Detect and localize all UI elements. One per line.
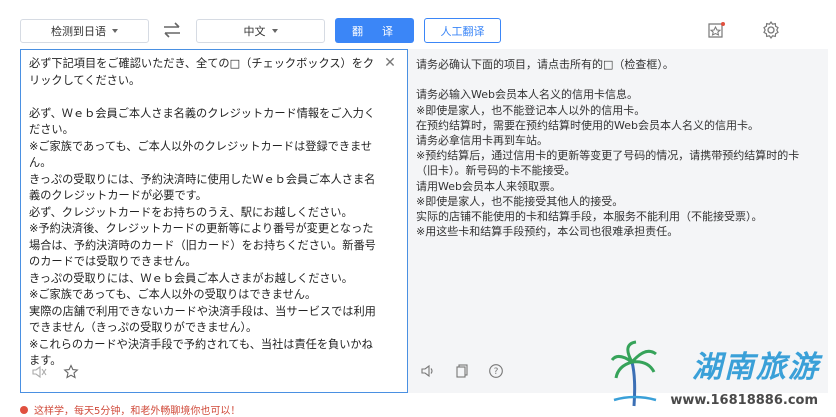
promo-note[interactable]: 这样学，每天5分钟，和老外畅聊境你也可以！ xyxy=(20,402,240,417)
human-translate-button[interactable]: 人工翻译 xyxy=(424,18,501,43)
translate-button-label: 翻 译 xyxy=(352,24,397,38)
human-translate-button-label: 人工翻译 xyxy=(440,24,485,38)
source-text-area[interactable]: 必ず下記項目をご確認いただき、全ての□（チェックボックス）をクリックしてください… xyxy=(29,56,379,370)
chevron-down-icon xyxy=(271,29,278,33)
translate-button[interactable]: 翻 译 xyxy=(335,18,414,43)
source-panel[interactable]: 必ず下記項目をご確認いただき、全ての□（チェックボックス）をクリックしてください… xyxy=(20,49,408,393)
target-language-select[interactable]: 中文 xyxy=(196,19,325,43)
swap-icon[interactable] xyxy=(160,20,184,40)
target-toolbar: ? xyxy=(420,363,504,383)
translation-text: 请务必确认下面的项目，请点击所有的□（检查框）。 请务必输入Web会员本人名义的… xyxy=(416,58,800,239)
source-language-select[interactable]: 检测到日语 xyxy=(20,19,149,43)
chevron-down-icon xyxy=(112,29,118,33)
watermark: 湖南旅游 www.16818886.com xyxy=(604,334,832,414)
source-toolbar xyxy=(31,364,79,384)
source-language-label: 检测到日语 xyxy=(51,25,106,38)
watermark-url: www.16818886.com xyxy=(670,393,818,408)
copy-icon[interactable] xyxy=(454,363,470,383)
watermark-title: 湖南旅游 xyxy=(692,350,820,385)
target-language-label: 中文 xyxy=(243,25,266,38)
svg-text:?: ? xyxy=(494,367,499,377)
speaker-off-icon[interactable] xyxy=(31,364,47,384)
star-icon[interactable] xyxy=(63,364,79,384)
settings-icon[interactable] xyxy=(760,19,782,41)
palm-tree-logo-icon xyxy=(610,338,660,408)
help-icon[interactable]: ? xyxy=(488,363,504,383)
speaker-icon[interactable] xyxy=(420,363,436,383)
toolbar: 检测到日语 中文 翻 译 人工翻译 xyxy=(0,0,836,48)
favorite-icon[interactable] xyxy=(706,19,728,41)
promo-note-text: 这样学，每天5分钟，和老外畅聊境你也可以！ xyxy=(34,406,241,417)
promo-dot-icon xyxy=(20,405,28,414)
clear-icon[interactable]: ✕ xyxy=(384,56,396,70)
